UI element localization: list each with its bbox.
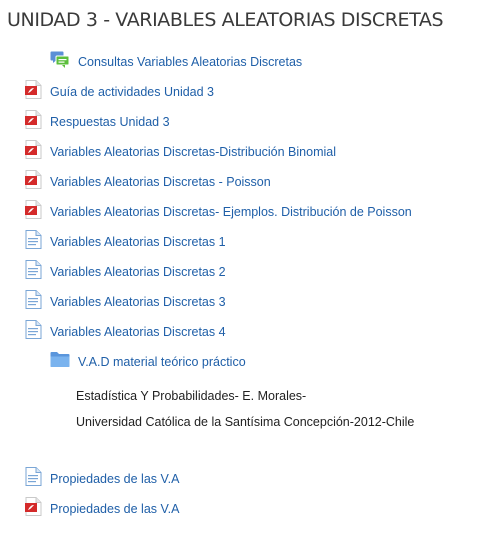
activity-forum-consultas[interactable]: Consultas Variables Aleatorias Discretas (50, 51, 302, 73)
activity-pdf-ejemplos-poisson[interactable]: Variables Aleatorias Discretas- Ejemplos… (25, 200, 412, 224)
section-title: UNIDAD 3 - VARIABLES ALEATORIAS DISCRETA… (7, 9, 444, 31)
activity-folder-vad[interactable]: V.A.D material teórico práctico (50, 351, 246, 373)
activity-page-4[interactable]: Variables Aleatorias Discretas 4 (25, 320, 226, 344)
document-icon (25, 467, 42, 491)
activity-link[interactable]: Variables Aleatorias Discretas 2 (50, 265, 226, 279)
document-icon (25, 290, 42, 314)
pdf-icon (25, 80, 42, 104)
activity-link[interactable]: Variables Aleatorias Discretas - Poisson (50, 175, 271, 189)
activity-link[interactable]: Variables Aleatorias Discretas- Ejemplos… (50, 205, 412, 219)
pdf-icon (25, 140, 42, 164)
activity-page-3[interactable]: Variables Aleatorias Discretas 3 (25, 290, 226, 314)
document-icon (25, 230, 42, 254)
activity-link[interactable]: Propiedades de las V.A (50, 502, 180, 516)
activity-pdf-binomial[interactable]: Variables Aleatorias Discretas-Distribuc… (25, 140, 336, 164)
activity-pdf-guia[interactable]: Guía de actividades Unidad 3 (25, 80, 214, 104)
activity-link[interactable]: Variables Aleatorias Discretas 4 (50, 325, 226, 339)
folder-description-line2: Universidad Católica de la Santísima Con… (76, 415, 415, 429)
activity-page-1[interactable]: Variables Aleatorias Discretas 1 (25, 230, 226, 254)
pdf-icon (25, 200, 42, 224)
activity-link[interactable]: Propiedades de las V.A (50, 472, 180, 486)
activity-link[interactable]: Variables Aleatorias Discretas 3 (50, 295, 226, 309)
folder-icon (50, 351, 70, 373)
activity-link[interactable]: V.A.D material teórico práctico (78, 355, 246, 369)
forum-icon (50, 51, 70, 74)
activity-link[interactable]: Respuestas Unidad 3 (50, 115, 170, 129)
activity-link[interactable]: Guía de actividades Unidad 3 (50, 85, 214, 99)
activity-pdf-poisson[interactable]: Variables Aleatorias Discretas - Poisson (25, 170, 271, 194)
activity-pdf-propiedades[interactable]: Propiedades de las V.A (25, 497, 180, 521)
activity-link[interactable]: Variables Aleatorias Discretas 1 (50, 235, 226, 249)
document-icon (25, 260, 42, 284)
pdf-icon (25, 110, 42, 134)
activity-pdf-respuestas[interactable]: Respuestas Unidad 3 (25, 110, 170, 134)
activity-link[interactable]: Consultas Variables Aleatorias Discretas (78, 55, 302, 69)
activity-page-propiedades[interactable]: Propiedades de las V.A (25, 467, 180, 491)
document-icon (25, 320, 42, 344)
activity-link[interactable]: Variables Aleatorias Discretas-Distribuc… (50, 145, 336, 159)
pdf-icon (25, 170, 42, 194)
activity-page-2[interactable]: Variables Aleatorias Discretas 2 (25, 260, 226, 284)
pdf-icon (25, 497, 42, 521)
folder-description-line1: Estadística Y Probabilidades- E. Morales… (76, 389, 307, 403)
